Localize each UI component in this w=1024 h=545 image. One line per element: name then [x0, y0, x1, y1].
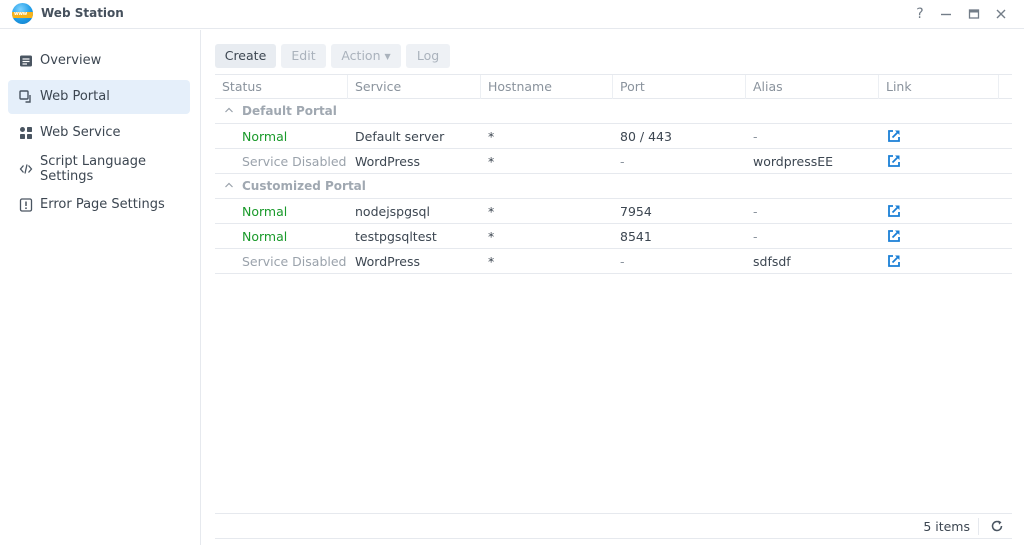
- items-count: 5 items: [923, 519, 970, 534]
- port-cell: 8541: [620, 229, 652, 244]
- sidebar: Overview Web Portal Web Service Script L…: [0, 30, 201, 545]
- alias-cell: -: [753, 229, 758, 244]
- alias-cell: wordpressEE: [753, 154, 834, 169]
- portal-table: Status Service Hostname Port Alias Link …: [215, 74, 1012, 274]
- status-cell: Service Disabled: [242, 254, 347, 269]
- hostname-cell: *: [488, 229, 495, 244]
- action-button[interactable]: Action ▼: [331, 44, 401, 68]
- close-button[interactable]: [992, 5, 1010, 23]
- service-cell: testpgsqltest: [355, 229, 437, 244]
- chevron-up-icon[interactable]: [224, 180, 234, 190]
- alias-cell: -: [753, 204, 758, 219]
- service-cell: WordPress: [355, 154, 421, 169]
- sidebar-item-overview[interactable]: Overview: [8, 44, 190, 78]
- hostname-cell: *: [488, 204, 495, 219]
- caret-down-icon: ▼: [384, 52, 391, 61]
- port-cell: 7954: [620, 204, 652, 219]
- error-page-icon: [19, 198, 33, 212]
- close-icon: [996, 9, 1006, 19]
- sidebar-item-label: Error Page Settings: [40, 197, 165, 212]
- status-cell: Normal: [242, 204, 288, 219]
- port-cell: -: [620, 254, 625, 269]
- table-row[interactable]: Normal testpgsqltest * 8541 -: [215, 224, 1012, 249]
- table-row[interactable]: Normal nodejspgsql * 7954 -: [215, 199, 1012, 224]
- sidebar-item-label: Web Portal: [40, 89, 110, 104]
- help-button[interactable]: ?: [911, 5, 929, 23]
- external-link-icon[interactable]: [887, 229, 901, 243]
- alias-cell: sdfsdf: [753, 254, 791, 269]
- alias-cell: -: [753, 129, 758, 144]
- web-portal-icon: [19, 90, 31, 103]
- service-cell: nodejspgsql: [355, 204, 430, 219]
- edit-button[interactable]: Edit: [281, 44, 326, 68]
- external-link-icon[interactable]: [887, 154, 901, 168]
- title-bar: www Web Station ?: [0, 0, 1024, 29]
- sidebar-item-label: Overview: [40, 53, 102, 68]
- sidebar-item-web-service[interactable]: Web Service: [8, 116, 190, 150]
- column-header-alias[interactable]: Alias: [746, 75, 879, 99]
- status-cell: Normal: [242, 129, 288, 144]
- column-header-status[interactable]: Status: [215, 75, 348, 99]
- column-header-link[interactable]: Link: [879, 75, 999, 99]
- chevron-up-icon[interactable]: [224, 105, 234, 115]
- table-header: Status Service Hostname Port Alias Link: [215, 74, 1012, 99]
- column-header-hostname[interactable]: Hostname: [481, 75, 613, 99]
- external-link-icon[interactable]: [887, 254, 901, 268]
- refresh-icon[interactable]: [990, 519, 1004, 533]
- hostname-cell: *: [488, 129, 495, 144]
- group-label: Default Portal: [242, 104, 337, 118]
- create-button[interactable]: Create: [215, 44, 276, 68]
- external-link-icon[interactable]: [887, 204, 901, 218]
- maximize-button[interactable]: [965, 5, 983, 23]
- action-label: Action: [341, 48, 381, 63]
- maximize-icon: [968, 9, 980, 19]
- table-body: Default Portal Normal Default server * 80 / …: [215, 99, 1012, 274]
- hostname-cell: *: [488, 154, 495, 169]
- column-header-service[interactable]: Service: [348, 75, 481, 99]
- service-cell: Default server: [355, 129, 445, 144]
- web-station-logo-icon: www: [12, 3, 33, 24]
- table-row[interactable]: Service Disabled WordPress * - wordpressEE: [215, 149, 1012, 174]
- footer-divider: [978, 518, 979, 535]
- web-service-icon: [20, 127, 32, 139]
- group-row[interactable]: Customized Portal: [215, 174, 1012, 199]
- log-button[interactable]: Log: [406, 44, 450, 68]
- sidebar-item-error-page-settings[interactable]: Error Page Settings: [8, 188, 190, 222]
- logo-text: www: [14, 11, 27, 17]
- table-row[interactable]: Service Disabled WordPress * - sdfsdf: [215, 249, 1012, 274]
- sidebar-item-label: Web Service: [40, 125, 121, 140]
- sidebar-item-label: Script Language Settings: [40, 154, 146, 184]
- minimize-button[interactable]: [937, 5, 955, 23]
- minimize-icon: [941, 13, 951, 16]
- window-title: Web Station: [41, 6, 124, 20]
- port-cell: 80 / 443: [620, 129, 672, 144]
- main-panel: Create Edit Action ▼ Log Status Service H…: [202, 30, 1024, 545]
- status-cell: Service Disabled: [242, 154, 347, 169]
- code-icon: [19, 164, 33, 174]
- group-label: Customized Portal: [242, 179, 366, 193]
- hostname-cell: *: [488, 254, 495, 269]
- column-header-port[interactable]: Port: [613, 75, 746, 99]
- status-cell: Normal: [242, 229, 288, 244]
- service-cell: WordPress: [355, 254, 421, 269]
- port-cell: -: [620, 154, 625, 169]
- group-row[interactable]: Default Portal: [215, 99, 1012, 124]
- table-footer: 5 items: [215, 513, 1012, 539]
- sidebar-item-web-portal[interactable]: Web Portal: [8, 80, 190, 114]
- sidebar-item-script-language-settings[interactable]: Script Language Settings: [8, 152, 190, 186]
- external-link-icon[interactable]: [887, 129, 901, 143]
- help-icon: ?: [916, 6, 924, 22]
- overview-icon: [20, 55, 32, 67]
- table-row[interactable]: Normal Default server * 80 / 443 -: [215, 124, 1012, 149]
